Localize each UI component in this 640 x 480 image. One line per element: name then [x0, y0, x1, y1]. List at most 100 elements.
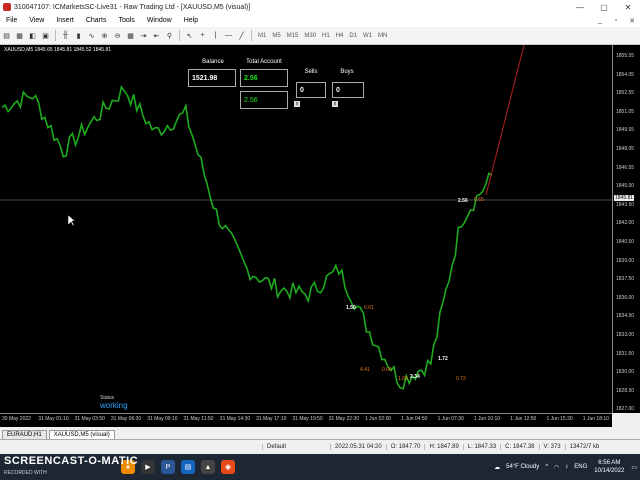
time-tick-label: 31 May 03:50 — [74, 416, 105, 422]
menu-bar: File View Insert Charts Tools Window Hel… — [0, 14, 640, 27]
bar-low: L: 1847.33 — [462, 444, 500, 450]
profile-name: Default — [262, 444, 290, 450]
price-tick-label: 1828.50 — [616, 387, 635, 394]
trade-marker: 2.56 — [458, 198, 468, 204]
file-explorer-icon[interactable]: ▤ — [181, 460, 195, 474]
time-tick-label: 31 May 14:30 — [219, 416, 251, 422]
toolbar-separator — [55, 30, 56, 41]
timeframe-d1[interactable]: D1 — [349, 33, 357, 39]
timeframe-h1[interactable]: H1 — [322, 33, 330, 39]
status-value: working — [100, 401, 128, 410]
clock[interactable]: 6:56 AM 10/14/2022 — [594, 459, 624, 475]
menu-help[interactable]: Help — [178, 17, 204, 24]
tab-euraud[interactable]: EURAUD,H1 — [2, 430, 47, 439]
tab-xauusd-visual[interactable]: XAUUSD,M5 (visual) — [48, 430, 115, 439]
trade-marker: 0.00 — [382, 367, 392, 373]
trend-line — [485, 45, 525, 196]
current-price-label: 1845.81 — [614, 195, 635, 201]
time-tick-label: 1 Jun 07:30 — [437, 416, 464, 422]
close-buys-button[interactable]: x — [332, 101, 338, 107]
price-tick-label: 1840.50 — [616, 239, 635, 245]
close-button[interactable]: ✕ — [616, 3, 640, 12]
trade-marker: 2.34 — [410, 374, 420, 380]
time-tick-label: 30 May 2022 — [2, 416, 31, 422]
price-tick-label: 1830.00 — [616, 369, 635, 376]
price-tick-label: 1839.00 — [616, 257, 635, 264]
status-bar: Default 2022.05.31 04:20 O: 1847.70 H: 1… — [0, 440, 640, 454]
price-tick-label: 1843.50 — [616, 201, 635, 208]
time-tick-label: 1 Jun 04:50 — [401, 416, 428, 422]
mdi-close-button[interactable]: ✕ — [624, 17, 640, 25]
close-sells-button[interactable]: x — [294, 101, 300, 107]
tray-arrow-icon[interactable]: ^ — [545, 464, 548, 470]
network-icon[interactable]: ◠ — [554, 464, 559, 471]
trade-marker: 4.41 — [360, 367, 370, 373]
mdi-minimize-button[interactable]: _ — [592, 17, 608, 25]
timeframe-m15[interactable]: M15 — [287, 33, 299, 39]
mdi-restore-button[interactable]: ▫ — [608, 17, 624, 25]
toolbar: ▤ ▦ ◧ ▣ ╫ ▮ ∿ ⊕ ⊖ ▦ ⇥ ⇤ ⚲ ↖ + | — ╱ M1 M… — [0, 27, 640, 45]
price-tick-label: 1834.50 — [616, 313, 635, 320]
indicators-icon[interactable]: ⚲ — [164, 30, 175, 41]
market-watch-icon[interactable]: ◧ — [27, 30, 38, 41]
timeframe-h4[interactable]: H4 — [336, 33, 344, 39]
restore-button[interactable]: ▢ — [592, 3, 616, 12]
horizontal-line-icon[interactable]: — — [223, 30, 234, 41]
chart-shift-icon[interactable]: ⇤ — [151, 30, 162, 41]
menu-view[interactable]: View — [23, 17, 50, 24]
timeframe-m30[interactable]: M30 — [304, 33, 316, 39]
total-account-secondary: 2.56 — [240, 91, 288, 109]
grid-icon[interactable]: ▦ — [125, 30, 136, 41]
trend-line-icon[interactable]: ╱ — [236, 30, 247, 41]
price-tick-label: 1848.05 — [616, 146, 635, 152]
media-player-icon[interactable]: ▶ — [141, 460, 155, 474]
toolbar-separator — [251, 30, 252, 41]
trade-marker: 0.61 — [364, 305, 374, 311]
timeframe-w1[interactable]: W1 — [363, 33, 372, 39]
menu-insert[interactable]: Insert — [50, 17, 80, 24]
new-chart-icon[interactable]: ▤ — [1, 30, 12, 41]
price-chart[interactable]: XAUUSD,M5 1845.65 1845.81 1845.52 1845.8… — [0, 45, 612, 413]
screencast-icon[interactable]: ◉ — [221, 460, 235, 474]
symbol-info: XAUUSD,M5 1845.65 1845.81 1845.52 1845.8… — [4, 47, 112, 53]
minimize-button[interactable]: — — [568, 3, 592, 12]
menu-charts[interactable]: Charts — [80, 17, 113, 24]
price-tick-label: 1831.50 — [616, 350, 635, 357]
weather-text[interactable]: 54°F Cloudy — [506, 464, 539, 470]
language-indicator[interactable]: ENG — [574, 464, 587, 470]
trade-marker: 1.72 — [438, 356, 448, 362]
weather-icon: ☁ — [494, 464, 501, 471]
timeframe-mn[interactable]: MN — [378, 33, 387, 39]
timeframe-m1[interactable]: M1 — [258, 33, 266, 39]
menu-window[interactable]: Window — [141, 17, 178, 24]
total-account-value: 2.56 — [240, 69, 288, 87]
volume-icon[interactable]: ♪ — [565, 464, 568, 470]
metatrader-icon[interactable]: ▲ — [201, 460, 215, 474]
clock-time: 6:56 AM — [598, 460, 621, 466]
vertical-line-icon[interactable]: | — [210, 30, 221, 41]
time-tick-label: 31 May 17:10 — [256, 416, 287, 422]
chart-bars-icon[interactable]: ╫ — [60, 30, 71, 41]
auto-scroll-icon[interactable]: ⇥ — [138, 30, 149, 41]
balance-value: 1521.98 — [188, 69, 236, 87]
bar-open: O: 1847.70 — [385, 444, 425, 450]
timeframe-m5[interactable]: M5 — [272, 33, 280, 39]
crosshair-icon[interactable]: + — [197, 30, 208, 41]
price-tick-label: 1852.55 — [616, 90, 635, 97]
cursor-icon[interactable]: ↖ — [184, 30, 195, 41]
profiles-icon[interactable]: ▦ — [14, 30, 25, 41]
menu-file[interactable]: File — [0, 17, 23, 24]
notifications-icon[interactable]: ▭ — [631, 464, 637, 471]
bar-high: H: 1847.89 — [424, 444, 462, 450]
price-tick-label: 1846.55 — [616, 164, 635, 171]
zoom-in-icon[interactable]: ⊕ — [99, 30, 110, 41]
navigator-icon[interactable]: ▣ — [40, 30, 51, 41]
candlesticks-icon[interactable]: ▮ — [73, 30, 84, 41]
app-icon-p[interactable]: P — [161, 460, 175, 474]
time-tick-label: 31 May 11:50 — [183, 416, 214, 422]
zoom-out-icon[interactable]: ⊖ — [112, 30, 123, 41]
menu-tools[interactable]: Tools — [112, 17, 140, 24]
system-tray: ☁ 54°F Cloudy ^ ◠ ♪ ENG 6:56 AM 10/14/20… — [491, 459, 640, 475]
time-tick-label: 31 May 09:10 — [147, 416, 178, 422]
line-chart-icon[interactable]: ∿ — [86, 30, 97, 41]
